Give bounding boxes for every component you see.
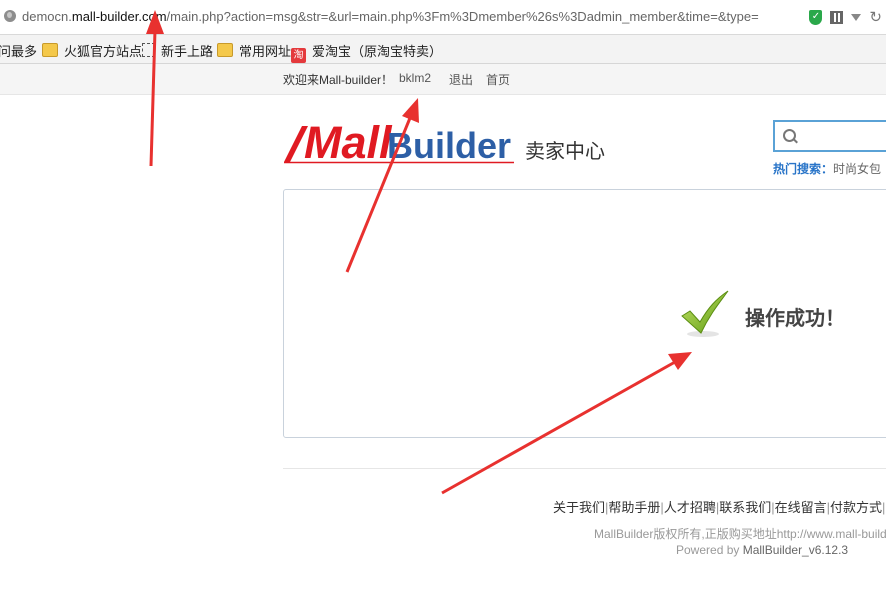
mallbuilder-logo[interactable]: Mall Builder [284, 118, 514, 164]
hot-search: 热门搜索：时尚女包 [773, 160, 881, 177]
footer-divider [283, 468, 886, 469]
address-bar[interactable]: democn.mall-builder.com/main.php?action=… [0, 0, 886, 35]
url-text[interactable]: democn.mall-builder.com/main.php?action=… [22, 9, 759, 24]
hot-search-label: 热门搜索： [773, 162, 834, 176]
home-link[interactable]: 首页 [486, 71, 510, 88]
footer-link-about[interactable]: 关于我们 [553, 500, 605, 515]
logo-text-mall: Mall [304, 118, 393, 164]
powered-by: Powered by MallBuilder_v6.12.3 [676, 543, 849, 557]
bookmark-item[interactable]: 新手上路 [142, 41, 213, 60]
welcome-text: 欢迎来Mall-builder！ [283, 73, 394, 87]
logout-link[interactable]: 退出 [449, 71, 473, 88]
footer-links: 关于我们|帮助手册|人才招聘|联系我们|在线留言|付款方式|服务 [553, 497, 886, 516]
site-topbar: 欢迎来Mall-builder！ bklm2 退出 首页 [0, 64, 886, 95]
footer-link-help[interactable]: 帮助手册 [608, 500, 660, 515]
shield-icon[interactable]: ✓ [809, 9, 823, 25]
folder-icon [42, 43, 58, 57]
hot-search-keyword[interactable]: 时尚女包 [833, 162, 881, 176]
search-input[interactable] [801, 126, 885, 148]
address-bar-icons: ✓ ↻ [809, 8, 886, 26]
bookmark-item[interactable]: 问最多 [0, 41, 37, 60]
logo-text-builder: Builder [387, 125, 511, 164]
dropdown-arrow-icon[interactable] [851, 13, 862, 21]
success-message: 操作成功！ [745, 308, 845, 330]
copyright-text: MallBuilder版权所有,正版购买地址http://www.mall-bu… [594, 527, 886, 541]
qr-code-icon[interactable] [830, 10, 844, 24]
bookmark-item[interactable]: 常用网址 [217, 41, 291, 60]
search-icon[interactable] [783, 129, 796, 142]
footer-link-jobs[interactable]: 人才招聘 [664, 500, 716, 515]
reload-icon[interactable]: ↻ [869, 8, 882, 26]
bookmarks-toolbar: 问最多 火狐官方站点 新手上路 常用网址 淘爱淘宝（原淘宝特卖） [0, 35, 886, 64]
version-link[interactable]: MallBuilder_v6.12.3 [743, 543, 848, 557]
footer-link-contact[interactable]: 联系我们 [719, 500, 771, 515]
footer-link-payment[interactable]: 付款方式 [830, 500, 882, 515]
bookmark-item[interactable]: 火狐官方站点 [42, 41, 142, 60]
seller-center-title: 卖家中心 [525, 141, 605, 163]
checkmark-icon [681, 290, 729, 337]
footer-link-feedback[interactable]: 在线留言 [775, 500, 827, 515]
bookmark-item[interactable]: 淘爱淘宝（原淘宝特卖） [291, 41, 442, 63]
search-box[interactable] [773, 120, 886, 152]
folder-icon [217, 43, 233, 57]
page-icon [142, 43, 155, 57]
username-link[interactable]: bklm2 [399, 71, 431, 85]
taobao-icon: 淘 [291, 48, 306, 63]
globe-icon [4, 10, 16, 22]
